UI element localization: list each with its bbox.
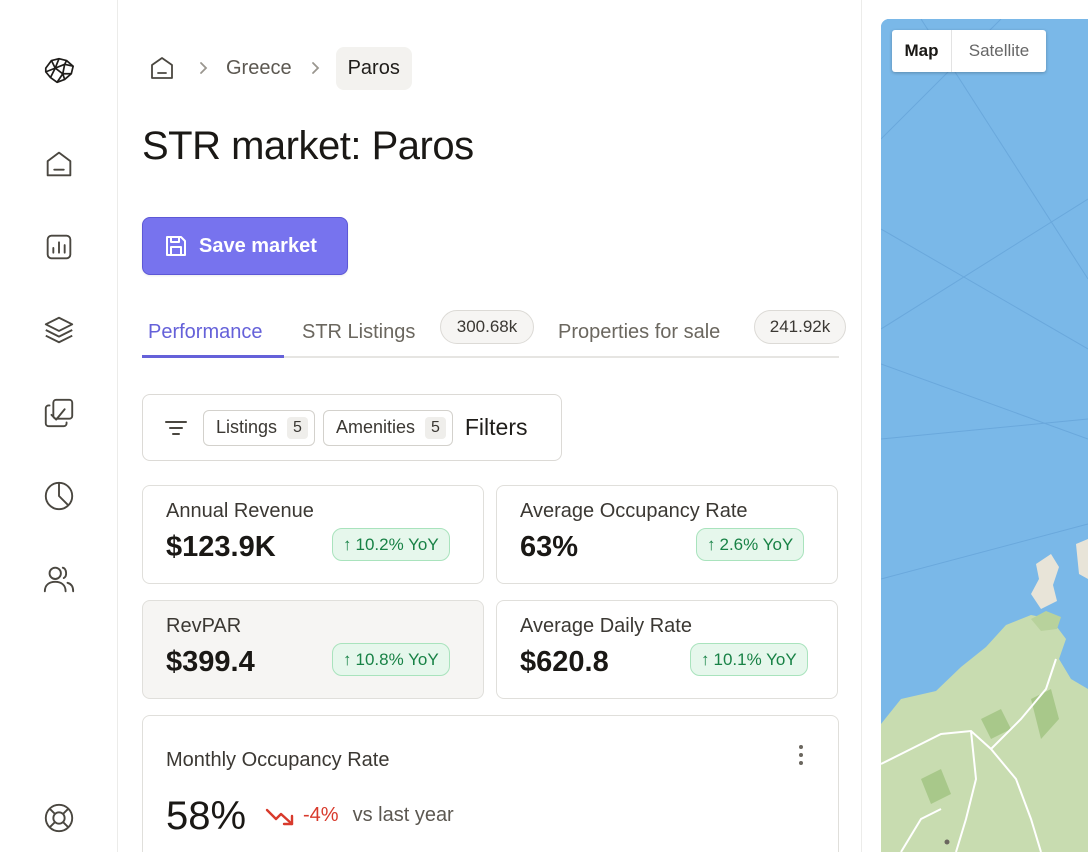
save-market-button[interactable]: Save market xyxy=(142,217,348,275)
monthly-occupancy-value: 58% xyxy=(166,794,247,838)
bar-chart-icon[interactable] xyxy=(41,229,77,265)
metric-value: $620.8 xyxy=(520,646,609,678)
arrow-up-icon: ↑ xyxy=(701,649,710,669)
tab-bar: Performance STR Listings 300.68k Propert… xyxy=(142,306,846,358)
map-toggle-map[interactable]: Map xyxy=(892,30,952,72)
checklist-icon[interactable] xyxy=(41,395,77,431)
chip-label: Amenities xyxy=(335,417,415,437)
metric-card-adr[interactable]: Average Daily Rate $620.8 ↑ 10.1% YoY xyxy=(496,600,838,699)
trend-indicator: -4% vs last year xyxy=(265,804,454,827)
filters-bar: Listings 5 Amenities 5 Filters xyxy=(142,394,562,461)
map-canvas xyxy=(881,19,1088,852)
breadcrumb-item-greece[interactable]: Greece xyxy=(224,57,294,80)
arrow-up-icon: ↑ xyxy=(343,534,352,554)
metric-card-annual-revenue[interactable]: Annual Revenue $123.9K ↑ 10.2% YoY xyxy=(142,485,484,584)
yoy-badge: ↑ 10.8% YoY xyxy=(332,643,450,676)
yoy-badge: ↑ 2.6% YoY xyxy=(696,528,805,561)
sidebar xyxy=(0,0,118,852)
trend-comparison: vs last year xyxy=(352,804,454,826)
filter-lines-icon[interactable] xyxy=(163,415,189,441)
metric-card-revpar[interactable]: RevPAR $399.4 ↑ 10.8% YoY xyxy=(142,600,484,699)
tab-properties-for-sale[interactable]: Properties for sale xyxy=(558,306,720,358)
yoy-badge: ↑ 10.1% YoY xyxy=(690,643,808,676)
pie-chart-icon[interactable] xyxy=(41,478,77,514)
monthly-occupancy-card: Monthly Occupancy Rate 58% -4% vs last y… xyxy=(142,715,839,852)
filters-button[interactable]: Filters xyxy=(465,414,528,441)
trend-delta: -4% xyxy=(303,804,339,826)
chevron-right-icon xyxy=(294,61,336,75)
save-icon xyxy=(163,233,189,259)
str-listings-count-badge: 300.68k xyxy=(440,310,534,344)
main-panel: Greece Paros STR market: Paros Save mark… xyxy=(118,0,862,852)
properties-count-badge: 241.92k xyxy=(754,310,846,344)
yoy-text: 2.6% YoY xyxy=(719,534,794,554)
tab-str-listings-label: STR Listings xyxy=(302,320,416,343)
chip-label: Listings xyxy=(216,417,278,437)
filter-chip-amenities[interactable]: Amenities 5 xyxy=(322,409,453,446)
trend-down-icon xyxy=(265,805,295,827)
home-icon[interactable] xyxy=(41,146,77,182)
metric-card-occupancy[interactable]: Average Occupancy Rate 63% ↑ 2.6% YoY xyxy=(496,485,838,584)
metric-value: 63% xyxy=(520,531,579,563)
breadcrumb: Greece Paros xyxy=(142,46,412,90)
monthly-occupancy-title: Monthly Occupancy Rate xyxy=(166,749,390,771)
metric-value: $123.9K xyxy=(166,531,276,563)
active-tab-indicator xyxy=(142,355,284,358)
tab-str-listings[interactable]: STR Listings xyxy=(302,306,415,358)
breadcrumb-current: Paros xyxy=(335,46,412,90)
metric-value: $399.4 xyxy=(166,646,255,678)
brain-logo-icon[interactable] xyxy=(41,52,77,88)
breadcrumb-home-icon[interactable] xyxy=(142,47,182,89)
chevron-right-icon xyxy=(182,61,224,75)
arrow-up-icon: ↑ xyxy=(707,534,716,554)
chip-count: 5 xyxy=(424,416,446,439)
chip-count: 5 xyxy=(287,416,308,439)
lifebuoy-icon[interactable] xyxy=(41,800,77,836)
yoy-text: 10.2% YoY xyxy=(355,534,439,554)
filter-chip-listings[interactable]: Listings 5 xyxy=(203,409,315,446)
users-icon[interactable] xyxy=(41,561,77,597)
arrow-up-icon: ↑ xyxy=(343,649,352,669)
metric-label: Annual Revenue xyxy=(166,500,314,522)
map-view[interactable]: Map Satellite xyxy=(881,19,1088,852)
metric-label: RevPAR xyxy=(166,615,242,637)
map-toggle-satellite[interactable]: Satellite xyxy=(952,30,1046,72)
yoy-text: 10.8% YoY xyxy=(355,649,439,669)
save-market-label: Save market xyxy=(199,234,317,257)
more-options-icon[interactable] xyxy=(791,740,811,770)
tab-properties-label: Properties for sale xyxy=(558,320,721,343)
yoy-text: 10.1% YoY xyxy=(713,649,797,669)
yoy-badge: ↑ 10.2% YoY xyxy=(332,528,450,561)
layers-icon[interactable] xyxy=(41,312,77,348)
page-title: STR market: Paros xyxy=(142,124,474,168)
tab-performance[interactable]: Performance xyxy=(148,306,263,358)
map-type-toggle: Map Satellite xyxy=(892,30,1046,72)
tab-performance-label: Performance xyxy=(148,320,263,343)
metric-label: Average Occupancy Rate xyxy=(520,500,748,522)
metric-label: Average Daily Rate xyxy=(520,615,692,637)
